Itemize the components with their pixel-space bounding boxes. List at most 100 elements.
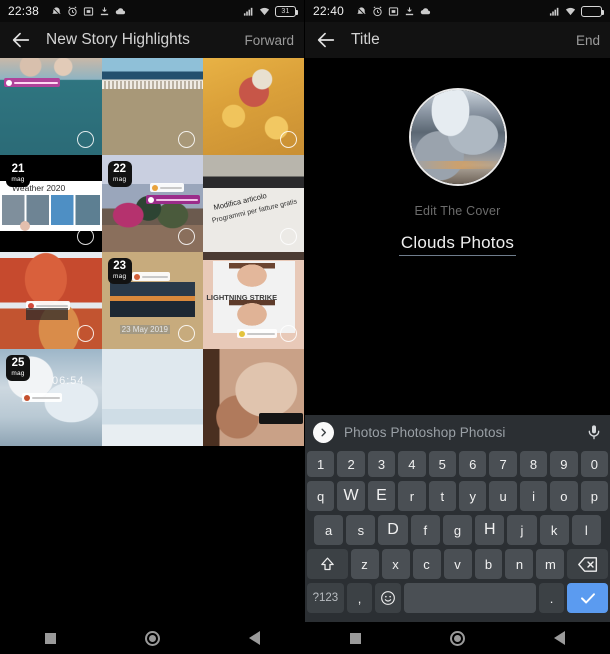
key-f[interactable]: f (410, 515, 440, 545)
period-key[interactable]: . (538, 583, 565, 613)
sky-sun-strip (410, 161, 505, 169)
sticker-chip (22, 393, 62, 402)
key-n[interactable]: n (505, 549, 534, 579)
emoji-icon[interactable] (375, 583, 401, 613)
grid-cell[interactable]: LIGHTNING STRIKE (203, 252, 304, 349)
key-a[interactable]: a (314, 515, 344, 545)
key-b[interactable]: b (474, 549, 503, 579)
key-g[interactable]: g (442, 515, 473, 545)
key-p[interactable]: p (580, 481, 609, 511)
check-icon[interactable] (567, 583, 608, 613)
symbols-key[interactable]: ?123 (307, 583, 344, 613)
key-x[interactable]: x (381, 549, 410, 579)
thumbnail-overlay-text: 23 May 2019 (119, 325, 170, 334)
badge-day: 25 (11, 357, 25, 370)
key-4[interactable]: 4 (398, 451, 426, 477)
grid-cell[interactable]: 06:54 25 mag (0, 349, 102, 446)
triangle-back-icon[interactable] (249, 631, 261, 645)
key-k[interactable]: k (539, 515, 569, 545)
key-w[interactable]: W (337, 481, 365, 511)
select-circle[interactable] (76, 325, 94, 342)
key-t[interactable]: t (428, 481, 456, 511)
key-u[interactable]: u (489, 481, 517, 511)
key-0[interactable]: 0 (580, 451, 609, 477)
triangle-back-icon[interactable] (554, 631, 566, 645)
circle-icon[interactable] (449, 630, 465, 646)
battery-level: 31 (281, 7, 290, 15)
grid-cell[interactable] (101, 58, 204, 155)
status-left-icons: 22:40 (313, 4, 549, 18)
key-e[interactable]: E (367, 481, 396, 511)
select-circle[interactable] (76, 131, 94, 148)
key-8[interactable]: 8 (519, 451, 548, 477)
status-time: 22:38 (8, 4, 40, 18)
key-o[interactable]: o (550, 481, 578, 511)
key-q[interactable]: q (306, 481, 335, 511)
cover-thumbnail[interactable] (408, 88, 507, 186)
end-button[interactable]: End (568, 33, 600, 48)
grid-cell[interactable]: Weather 2020 21 mag (0, 155, 102, 252)
grid-cell[interactable] (101, 349, 204, 446)
comma-key[interactable]: , (346, 583, 373, 613)
key-6[interactable]: 6 (459, 451, 487, 477)
square-icon[interactable] (349, 632, 361, 644)
key-5[interactable]: 5 (428, 451, 456, 477)
space-key[interactable] (403, 583, 536, 613)
on-screen-keyboard: Photos Photoshop Photosi 1 2 3 4 5 6 7 8… (305, 415, 610, 622)
status-time: 22:40 (313, 4, 345, 18)
grid-cell[interactable] (0, 58, 102, 155)
nav-bar-left (0, 622, 304, 654)
forward-button[interactable]: Forward (236, 33, 294, 48)
key-9[interactable]: 9 (550, 451, 578, 477)
badge-day: 21 (11, 163, 25, 176)
select-circle[interactable] (279, 131, 297, 148)
badge-day: 23 (113, 260, 127, 273)
square-icon[interactable] (44, 632, 56, 644)
key-l[interactable]: l (571, 515, 601, 545)
grid-cell[interactable] (203, 58, 304, 155)
date-badge: 22 mag (107, 161, 132, 187)
microphone-icon[interactable] (586, 423, 602, 441)
back-arrow-icon[interactable] (10, 29, 32, 51)
key-y[interactable]: y (459, 481, 487, 511)
key-i[interactable]: i (519, 481, 548, 511)
shift-icon[interactable] (306, 549, 348, 579)
back-arrow-icon[interactable] (315, 29, 337, 51)
key-d[interactable]: D (378, 515, 408, 545)
key-j[interactable]: j (507, 515, 537, 545)
grid-cell[interactable]: Modifica articolo Programmi per fatture … (203, 155, 304, 252)
screenshot-icon (388, 6, 399, 16)
key-m[interactable]: m (536, 549, 565, 579)
select-circle[interactable] (279, 228, 297, 245)
circle-icon[interactable] (144, 630, 160, 646)
grid-cell[interactable] (0, 252, 102, 349)
suggestion-words[interactable]: Photos Photoshop Photosi (342, 425, 578, 440)
grid-cell[interactable]: 23 May 2019 23 mag (101, 252, 204, 349)
select-circle[interactable] (76, 228, 94, 245)
grid-cell[interactable]: 22 mag (101, 155, 204, 252)
key-3[interactable]: 3 (367, 451, 396, 477)
chevron-right-icon[interactable] (313, 421, 334, 443)
download-icon (405, 6, 414, 15)
select-circle[interactable] (279, 325, 297, 342)
key-h[interactable]: H (475, 515, 505, 545)
key-s[interactable]: s (346, 515, 376, 545)
keyboard-row-bottom: ?123 , . (305, 581, 610, 615)
highlight-title-input[interactable]: Clouds Photos (398, 233, 517, 256)
cloud-icon (115, 7, 126, 14)
app-bar-left: New Story Highlights Forward (0, 22, 304, 58)
grid-cell[interactable] (203, 349, 304, 446)
cloud-icon (420, 7, 431, 14)
backspace-icon[interactable] (567, 549, 609, 579)
key-c[interactable]: c (412, 549, 441, 579)
thumbnail-detail (101, 81, 204, 89)
key-v[interactable]: v (443, 549, 472, 579)
key-7[interactable]: 7 (489, 451, 517, 477)
key-1[interactable]: 1 (306, 451, 335, 477)
edit-cover-label[interactable]: Edit The Cover (415, 204, 501, 218)
key-r[interactable]: r (398, 481, 426, 511)
signal-icon (549, 7, 559, 16)
key-2[interactable]: 2 (337, 451, 365, 477)
key-z[interactable]: z (350, 549, 379, 579)
sticker-chip (237, 329, 278, 338)
